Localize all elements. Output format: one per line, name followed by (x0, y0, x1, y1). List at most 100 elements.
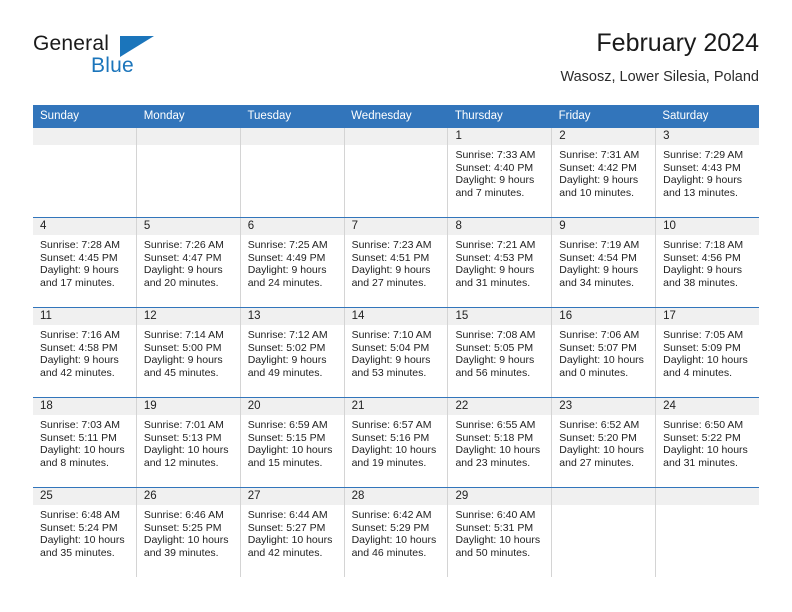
daylight-text-line1: Daylight: 10 hours (559, 354, 644, 367)
daylight-text-line2: and 49 minutes. (247, 366, 323, 379)
day-cell[interactable] (344, 128, 449, 217)
daylight-text-line1: Daylight: 9 hours (143, 264, 223, 277)
day-cell[interactable]: 5 Sunrise: 7:26 AM Sunset: 4:47 PM Dayli… (136, 218, 241, 307)
day-cell[interactable] (33, 128, 137, 217)
day-cell[interactable]: 12 Sunrise: 7:14 AM Sunset: 5:00 PM Dayl… (136, 308, 241, 397)
sunrise-text: Sunrise: 7:19 AM (559, 239, 640, 251)
sunset-text: Sunset: 5:25 PM (143, 521, 222, 534)
day-cell[interactable]: 2 Sunrise: 7:31 AM Sunset: 4:42 PM Dayli… (552, 128, 657, 217)
day-number: 11 (33, 308, 136, 325)
weekday-header-row: Sunday Monday Tuesday Wednesday Thursday… (33, 105, 759, 127)
day-cell[interactable] (240, 128, 345, 217)
day-cell[interactable]: 25 Sunrise: 6:48 AM Sunset: 5:24 PM Dayl… (33, 488, 137, 577)
sunset-text: Sunset: 4:47 PM (143, 251, 222, 264)
day-cell[interactable]: 9 Sunrise: 7:19 AM Sunset: 4:54 PM Dayli… (552, 218, 657, 307)
sunset-text: Sunset: 4:51 PM (351, 251, 430, 264)
sunset-text: Sunset: 4:42 PM (559, 161, 637, 174)
sunset-text: Sunset: 5:27 PM (247, 521, 326, 534)
day-details: Sunrise: 6:44 AM Sunset: 5:27 PM Dayligh… (241, 505, 344, 559)
sunrise-text: Sunrise: 6:46 AM (143, 509, 224, 521)
day-number: 12 (136, 308, 240, 325)
daylight-text-line2: and 4 minutes. (663, 366, 733, 379)
daylight-text-line2: and 42 minutes. (247, 546, 323, 559)
day-cell[interactable]: 17 Sunrise: 7:05 AM Sunset: 5:09 PM Dayl… (656, 308, 760, 397)
day-details: Sunrise: 6:48 AM Sunset: 5:24 PM Dayligh… (33, 505, 136, 559)
day-details: Sunrise: 7:08 AM Sunset: 5:05 PM Dayligh… (448, 325, 551, 379)
day-number: 5 (136, 218, 240, 235)
day-details (345, 145, 448, 149)
daylight-text-line1: Daylight: 10 hours (40, 444, 125, 457)
day-cell[interactable]: 19 Sunrise: 7:01 AM Sunset: 5:13 PM Dayl… (136, 398, 241, 487)
daylight-text-line1: Daylight: 10 hours (351, 444, 437, 457)
day-details (552, 505, 655, 509)
day-cell[interactable]: 1 Sunrise: 7:33 AM Sunset: 4:40 PM Dayli… (448, 128, 553, 217)
daylight-text-line1: Daylight: 9 hours (247, 264, 327, 277)
day-cell[interactable]: 18 Sunrise: 7:03 AM Sunset: 5:11 PM Dayl… (33, 398, 137, 487)
daylight-text-line1: Daylight: 9 hours (455, 264, 535, 277)
weekday-header-saturday: Saturday (662, 110, 709, 122)
sunrise-text: Sunrise: 7:33 AM (455, 149, 536, 161)
day-cell[interactable]: 16 Sunrise: 7:06 AM Sunset: 5:07 PM Dayl… (552, 308, 657, 397)
daylight-text-line1: Daylight: 10 hours (247, 444, 333, 457)
sunrise-text: Sunrise: 7:06 AM (559, 329, 640, 341)
day-details: Sunrise: 6:42 AM Sunset: 5:29 PM Dayligh… (345, 505, 448, 559)
day-details: Sunrise: 6:59 AM Sunset: 5:15 PM Dayligh… (241, 415, 344, 469)
day-number: 9 (552, 218, 656, 235)
day-number (552, 488, 656, 505)
day-cell[interactable]: 23 Sunrise: 6:52 AM Sunset: 5:20 PM Dayl… (552, 398, 657, 487)
day-details: Sunrise: 7:31 AM Sunset: 4:42 PM Dayligh… (552, 145, 655, 199)
day-cell[interactable]: 20 Sunrise: 6:59 AM Sunset: 5:15 PM Dayl… (240, 398, 345, 487)
day-number: 13 (240, 308, 344, 325)
daylight-text-line1: Daylight: 10 hours (247, 534, 333, 547)
day-cell[interactable]: 24 Sunrise: 6:50 AM Sunset: 5:22 PM Dayl… (656, 398, 760, 487)
daylight-text-line2: and 24 minutes. (247, 276, 323, 289)
day-cell[interactable]: 4 Sunrise: 7:28 AM Sunset: 4:45 PM Dayli… (33, 218, 137, 307)
day-cell[interactable] (552, 488, 657, 577)
day-cell[interactable]: 21 Sunrise: 6:57 AM Sunset: 5:16 PM Dayl… (344, 398, 449, 487)
day-cell[interactable] (136, 128, 241, 217)
day-cell[interactable]: 13 Sunrise: 7:12 AM Sunset: 5:02 PM Dayl… (240, 308, 345, 397)
day-cell[interactable]: 8 Sunrise: 7:21 AM Sunset: 4:53 PM Dayli… (448, 218, 553, 307)
daylight-text-line2: and 35 minutes. (40, 546, 115, 559)
day-cell[interactable]: 27 Sunrise: 6:44 AM Sunset: 5:27 PM Dayl… (240, 488, 345, 577)
daylight-text-line2: and 31 minutes. (663, 456, 738, 469)
day-number (240, 128, 344, 145)
sunrise-text: Sunrise: 7:28 AM (40, 239, 120, 251)
day-cell[interactable]: 7 Sunrise: 7:23 AM Sunset: 4:51 PM Dayli… (344, 218, 449, 307)
logo-text-general: General (33, 32, 110, 55)
day-cell[interactable]: 3 Sunrise: 7:29 AM Sunset: 4:43 PM Dayli… (656, 128, 760, 217)
sunset-text: Sunset: 4:49 PM (247, 251, 326, 264)
day-cell[interactable] (656, 488, 760, 577)
day-cell[interactable]: 29 Sunrise: 6:40 AM Sunset: 5:31 PM Dayl… (448, 488, 553, 577)
sunrise-text: Sunrise: 7:08 AM (455, 329, 536, 341)
day-cell[interactable]: 11 Sunrise: 7:16 AM Sunset: 4:58 PM Dayl… (33, 308, 137, 397)
daylight-text-line1: Daylight: 10 hours (143, 444, 229, 457)
daylight-text-line2: and 39 minutes. (143, 546, 219, 559)
day-number: 8 (448, 218, 552, 235)
logo-text-blue: Blue (91, 54, 134, 77)
daylight-text-line2: and 17 minutes. (40, 276, 115, 289)
daylight-text-line1: Daylight: 10 hours (559, 444, 644, 457)
daylight-text-line2: and 53 minutes. (351, 366, 427, 379)
daylight-text-line2: and 0 minutes. (559, 366, 629, 379)
day-cell[interactable]: 10 Sunrise: 7:18 AM Sunset: 4:56 PM Dayl… (656, 218, 760, 307)
day-number (344, 128, 448, 145)
day-number: 14 (344, 308, 448, 325)
sunrise-text: Sunrise: 6:40 AM (455, 509, 536, 521)
sunset-text: Sunset: 5:20 PM (559, 431, 637, 444)
sunset-text: Sunset: 5:29 PM (351, 521, 430, 534)
day-cell[interactable]: 26 Sunrise: 6:46 AM Sunset: 5:25 PM Dayl… (136, 488, 241, 577)
day-cell[interactable]: 28 Sunrise: 6:42 AM Sunset: 5:29 PM Dayl… (344, 488, 449, 577)
day-cell[interactable]: 22 Sunrise: 6:55 AM Sunset: 5:18 PM Dayl… (448, 398, 553, 487)
day-cell[interactable]: 15 Sunrise: 7:08 AM Sunset: 5:05 PM Dayl… (448, 308, 553, 397)
general-blue-logo[interactable]: General Blue (33, 32, 223, 90)
daylight-text-line2: and 12 minutes. (143, 456, 219, 469)
day-cell[interactable]: 6 Sunrise: 7:25 AM Sunset: 4:49 PM Dayli… (240, 218, 345, 307)
daylight-text-line1: Daylight: 9 hours (663, 264, 742, 277)
daylight-text-line1: Daylight: 10 hours (143, 534, 229, 547)
day-number (656, 488, 760, 505)
sunset-text: Sunset: 5:04 PM (351, 341, 430, 354)
daylight-text-line1: Daylight: 9 hours (663, 174, 742, 187)
page-title: February 2024 (596, 29, 759, 57)
day-cell[interactable]: 14 Sunrise: 7:10 AM Sunset: 5:04 PM Dayl… (344, 308, 449, 397)
